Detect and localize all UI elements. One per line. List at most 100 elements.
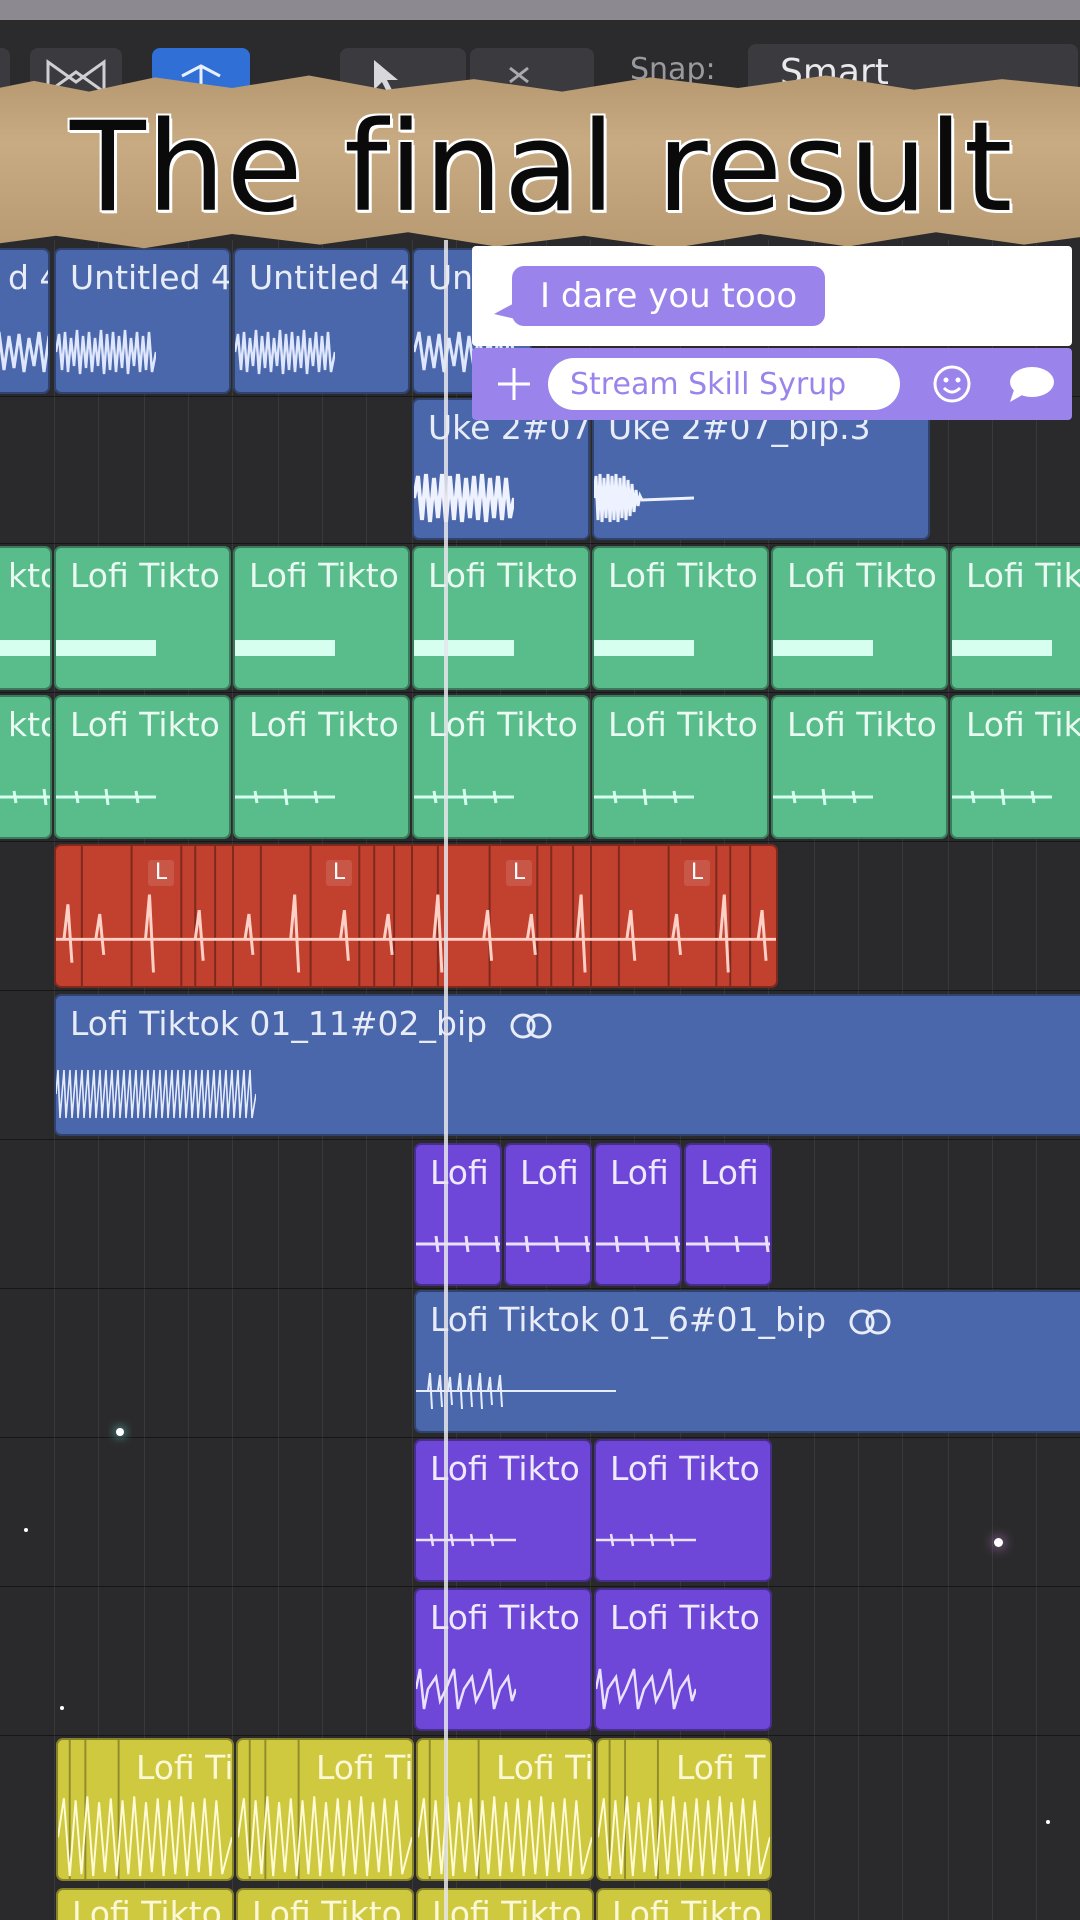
waveform	[594, 788, 694, 806]
region-label: Lofi	[610, 1153, 669, 1192]
plus-icon[interactable]	[492, 362, 536, 406]
region-label: Lofi Tikto	[249, 705, 399, 744]
region-clip[interactable]: Lofi Tikto	[594, 1588, 772, 1731]
sparkle	[60, 1706, 64, 1710]
chat-message-bubble: I dare you tooo	[512, 266, 826, 326]
waveform	[596, 1235, 680, 1253]
region-clip[interactable]: Lofi Tiktok 01_11#02_bip	[54, 994, 1080, 1136]
region-label: Lofi Tikto	[608, 705, 758, 744]
region-clip[interactable]: Lofi Tikto	[412, 695, 590, 839]
region-label: Un	[428, 258, 474, 297]
waveform	[56, 1069, 256, 1119]
waveform	[56, 788, 156, 806]
region-label: Lofi Tiktok 01_11#02_bip	[70, 1004, 553, 1043]
region-clip[interactable]: Lofi	[414, 1143, 502, 1286]
region-label: Lofi Tiktok 01_6#01_bip	[430, 1300, 892, 1339]
region-label: Lofi Tikto	[787, 556, 937, 595]
waveform	[952, 640, 1052, 656]
region-clip[interactable]: Lofi Ti	[56, 1738, 234, 1881]
region-label: Lofi Tikto	[430, 1598, 580, 1637]
region-clip[interactable]: kto	[0, 546, 52, 690]
region-clip[interactable]: Lofi Tikto	[414, 1588, 592, 1731]
region-label: Lofi Tikto	[70, 556, 220, 595]
loop-icon	[510, 1013, 552, 1038]
region-clip[interactable]: Lofi Tikto	[416, 1888, 594, 1920]
waveform	[596, 1533, 696, 1547]
waveform	[773, 788, 873, 806]
region-clip[interactable]: Lofi Tikto	[594, 1439, 772, 1582]
smiley-icon[interactable]	[930, 362, 974, 406]
waveform	[506, 1235, 590, 1253]
region-clip[interactable]: Lofi Tikto	[592, 546, 769, 690]
region-clip[interactable]: Lofi Tikto	[54, 695, 231, 839]
waveform	[56, 329, 156, 375]
region-clip[interactable]: d 4	[0, 248, 50, 394]
drum-region[interactable]: L L L L	[54, 844, 778, 988]
region-clip[interactable]: Untitled 4	[54, 248, 231, 394]
region-clip[interactable]: Lofi Tikto	[233, 546, 410, 690]
waveform	[416, 1235, 500, 1253]
region-clip[interactable]: Lofi Tikto	[54, 546, 231, 690]
chat-input[interactable]	[548, 358, 900, 410]
region-label: Lofi Tikto	[249, 556, 399, 595]
region-clip[interactable]: Lofi	[504, 1143, 592, 1286]
waveform	[0, 788, 50, 806]
speech-bubble-icon[interactable]	[1006, 364, 1056, 404]
sparkle	[24, 1528, 28, 1532]
region-clip[interactable]: Lofi Tikto	[56, 1888, 234, 1920]
region-clip[interactable]: Lofi	[594, 1143, 682, 1286]
playhead[interactable]	[444, 240, 448, 1920]
waveform	[773, 640, 873, 656]
region-clip[interactable]: Untitled 4	[233, 248, 410, 394]
region-label: Untitled 4	[249, 258, 410, 297]
region-clip[interactable]: Lofi Tikto	[412, 546, 590, 690]
region-clip[interactable]: Lofi Ti	[416, 1738, 594, 1881]
region-clip[interactable]: Lofi Tikto	[233, 695, 410, 839]
region-clip[interactable]: Lofi Tik	[950, 695, 1080, 839]
region-clip[interactable]: Lofi Tikto	[414, 1439, 592, 1582]
region-clip[interactable]: Lofi Tik	[950, 546, 1080, 690]
waveform	[596, 1668, 696, 1710]
region-clip[interactable]: Lofi Ti	[236, 1738, 414, 1881]
waveform	[416, 1533, 516, 1547]
waveform	[414, 640, 514, 656]
region-clip[interactable]: Lofi Tikto	[236, 1888, 414, 1920]
track-separator	[0, 1139, 1080, 1140]
region-label: Untitled 4	[70, 258, 231, 297]
track-separator	[0, 543, 1080, 544]
region-label: Lofi Tikto	[252, 1894, 402, 1920]
region-label: Lofi Tikto	[610, 1598, 760, 1637]
region-label: Lofi T	[676, 1748, 766, 1787]
region-label: Lofi Tik	[966, 556, 1080, 595]
region-label: Lofi Ti	[316, 1748, 414, 1787]
waveform	[235, 640, 335, 656]
waveform	[594, 640, 694, 656]
region-clip[interactable]: kto	[0, 695, 52, 839]
waveform	[416, 1668, 516, 1710]
region-label: kto	[8, 556, 50, 595]
region-label: Lofi Tikto	[787, 705, 937, 744]
region-label: Lofi	[700, 1153, 759, 1192]
region-clip[interactable]: Lofi Tikto	[771, 695, 948, 839]
window-top-strip	[0, 0, 1080, 20]
region-clip[interactable]: Lofi Tikto	[771, 546, 948, 690]
region-clip[interactable]: Lofi Tikto	[592, 695, 769, 839]
region-label: Lofi Tikto	[612, 1894, 762, 1920]
waveform	[414, 473, 514, 523]
region-label: Lofi Ti	[496, 1748, 594, 1787]
region-clip[interactable]: Lofi T	[596, 1738, 772, 1881]
region-clip[interactable]: Lofi Tikto	[596, 1888, 772, 1920]
region-label: kto	[8, 705, 50, 744]
banner-title: The final result	[70, 96, 1014, 240]
region-clip[interactable]: Lofi	[684, 1143, 772, 1286]
sparkle	[994, 1538, 1003, 1547]
waveform	[594, 473, 694, 523]
region-label: Lofi Tikto	[610, 1449, 760, 1488]
region-clip[interactable]: Lofi Tiktok 01_6#01_bip	[414, 1290, 1080, 1433]
region-label: Lofi	[520, 1153, 579, 1192]
region-label: Lofi Tikto	[428, 556, 578, 595]
region-label: Lofi Tik	[966, 705, 1080, 744]
region-label: Lofi Tikto	[70, 705, 220, 744]
waveform	[686, 1235, 770, 1253]
chat-input-bar	[472, 348, 1072, 420]
